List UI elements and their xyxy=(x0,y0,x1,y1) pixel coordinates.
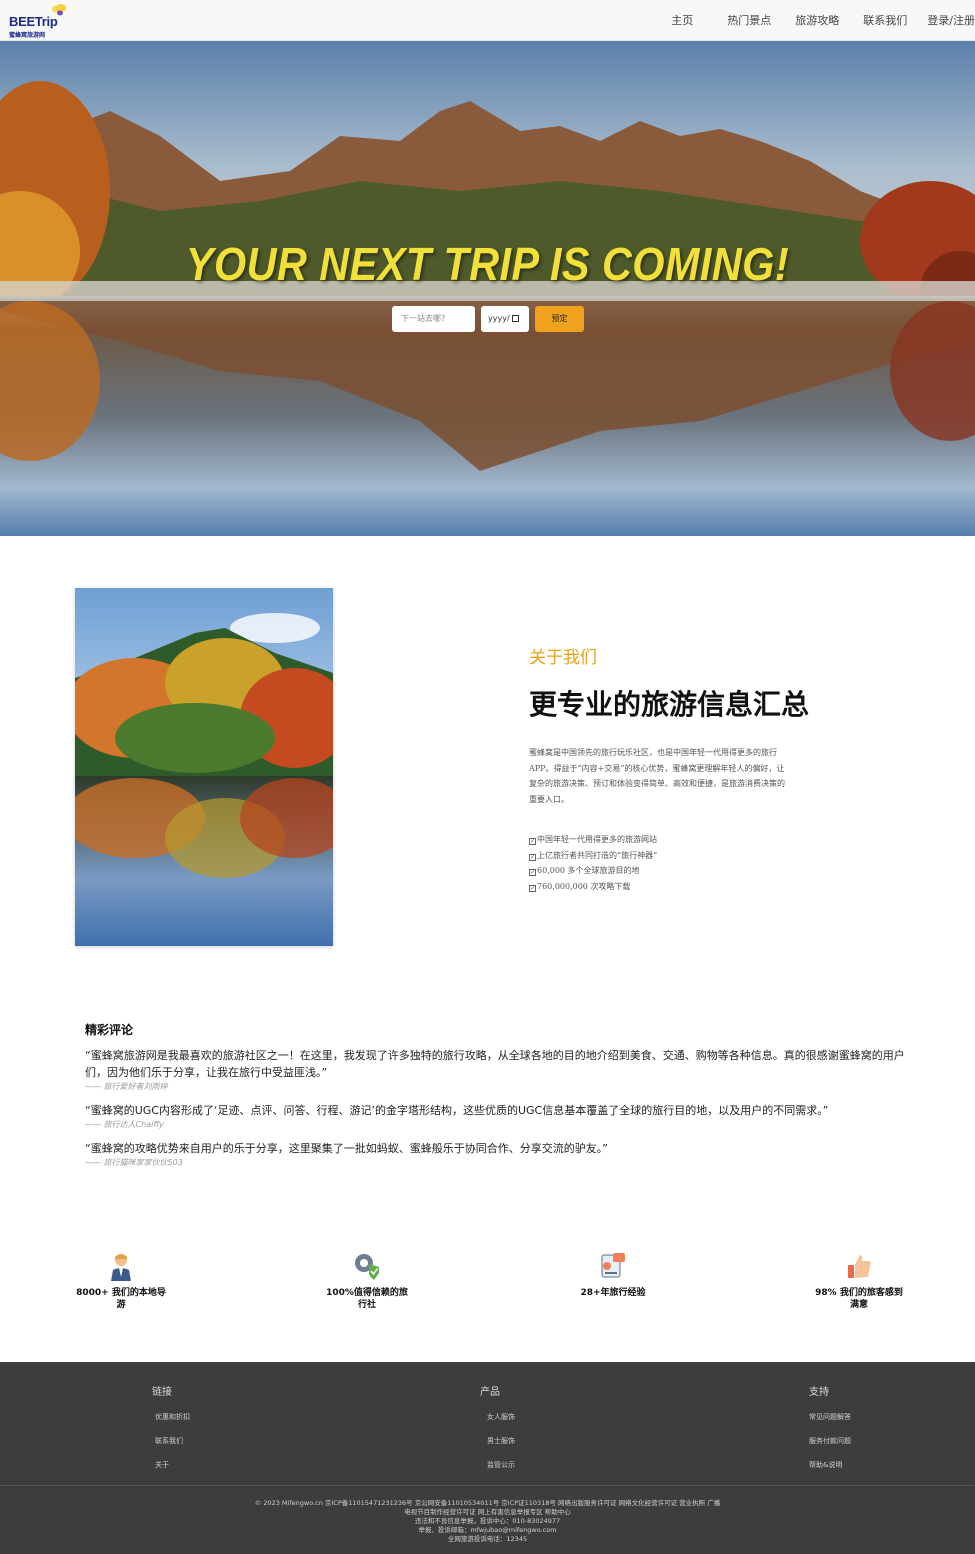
nav-menu: 主页 热门景点 旅游攻略 联系我们 登录/注册 xyxy=(671,0,975,41)
review-author: —— 旅行爱好者刘雨婷 xyxy=(85,1082,168,1091)
date-placeholder: yyyy/ xyxy=(488,314,510,323)
footer-link-discounts[interactable]: 优惠和折扣 xyxy=(155,1412,190,1422)
footer-link-payment[interactable]: 服务付款问题 xyxy=(809,1436,851,1446)
nav-home[interactable]: 主页 xyxy=(671,0,693,41)
footer-divider xyxy=(0,1485,975,1486)
footer-link-contact[interactable]: 联系我们 xyxy=(155,1436,183,1446)
review-item: “蜜蜂窝旅游网是我最喜欢的旅游社区之一！在这里，我发现了许多独特的旅行攻略，从全… xyxy=(85,1047,905,1093)
checkbox-icon: ✓ xyxy=(529,838,536,845)
travel-date-input[interactable]: yyyy/ xyxy=(481,306,529,332)
beetrip-logo[interactable]: BEETrip 蜜蜂窝旅游网 xyxy=(9,3,69,39)
review-item: “蜜蜂窝的UGC内容形成了‘足迹、点评、问答、行程、游记’的金字塔形结构，这些优… xyxy=(85,1102,905,1131)
nav-contact[interactable]: 联系我们 xyxy=(863,0,907,41)
thumbs-up-icon xyxy=(848,1255,871,1278)
stat-satisfaction: 98% 我们的旅客感到满意 xyxy=(814,1251,904,1311)
nav-login-register[interactable]: 登录/注册 xyxy=(927,0,975,41)
legal-line: © 2023 Mifengwo.cn 京ICP备11015471231236号 … xyxy=(254,1499,721,1507)
nav-hot-spots[interactable]: 热门景点 xyxy=(727,0,771,41)
stat-trusted-agencies: 100%值得信赖的旅行社 xyxy=(322,1251,412,1311)
about-description: 蜜蜂窝是中国领先的旅行玩乐社区，也是中国年轻一代用得更多的旅行APP。得益于“内… xyxy=(529,748,785,804)
checkbox-icon: ✓ xyxy=(529,869,536,876)
footer-legal: © 2023 Mifengwo.cn 京ICP备11015471231236号 … xyxy=(0,1499,975,1544)
feature-item: ✓ 760,000,000 次攻略下载 xyxy=(529,881,631,892)
site-footer: 链接 优惠和折扣 联系我们 关于 产品 女人服饰 男士服饰 监管公示 支持 常见… xyxy=(0,1362,975,1554)
legal-line: 电视节目制作经营许可证 网上有害信息举报专区 帮助中心 xyxy=(404,1508,571,1516)
nav-travel-guides[interactable]: 旅游攻略 xyxy=(795,0,839,41)
logo-subtitle: 蜜蜂窝旅游网 xyxy=(9,32,46,39)
footer-col-title-links: 链接 xyxy=(152,1387,172,1398)
about-heading: 更专业的旅游信息汇总 xyxy=(529,688,810,721)
legal-line: 违法和不良信息举报，投诉中心：010-83024977 xyxy=(414,1517,561,1525)
stat-label: 28+年旅行经验 xyxy=(580,1288,646,1298)
hero-banner: YOUR NEXT TRIP IS COMING! 下一站去哪? yyyy/ 预… xyxy=(0,41,975,536)
reviews-heading: 精彩评论 xyxy=(85,1023,134,1037)
checkbox-icon: ✓ xyxy=(529,853,536,861)
about-feature-list: ✓ 中国年轻一代用得更多的旅游网站 ✓ 上亿旅行者共同打造的“旅行神器” ✓ 60,0… xyxy=(529,832,657,894)
logo-wordmark: BEETrip xyxy=(9,14,58,29)
review-quote: “蜜蜂窝的UGC内容形成了‘足迹、点评、问答、行程、游记’的金字塔形结构，这些优… xyxy=(85,1104,829,1117)
footer-link-women[interactable]: 女人服饰 xyxy=(487,1412,515,1422)
checkbox-icon: ✓ xyxy=(529,884,536,892)
review-quote: “蜜蜂窝旅游网是我最喜欢的旅游社区之一！在这里，我发现了许多独特的旅行攻略，从全… xyxy=(85,1049,905,1079)
footer-link-men[interactable]: 男士服饰 xyxy=(487,1436,515,1446)
review-author: —— 旅行猫咪家家伙伙503 xyxy=(85,1158,183,1167)
stat-label: 100%值得信赖的旅行社 xyxy=(326,1288,408,1310)
feature-item: ✓ 60,000 多个全球旅游目的地 xyxy=(529,866,640,876)
footer-link-about[interactable]: 关于 xyxy=(155,1460,169,1470)
destination-search-input[interactable]: 下一站去哪? xyxy=(392,306,475,332)
footer-col-title-products: 产品 xyxy=(480,1387,500,1398)
calendar-icon[interactable] xyxy=(511,315,519,322)
about-forest-image xyxy=(75,588,333,946)
review-quote: “蜜蜂窝的攻略优势来自用户的乐于分享，这里聚集了一批如蚂蚁、蜜蜂般乐于协同合作、… xyxy=(85,1142,608,1155)
guide-icon xyxy=(111,1254,131,1281)
review-item: “蜜蜂窝的攻略优势来自用户的乐于分享，这里聚集了一批如蚂蚁、蜜蜂般乐于协同合作、… xyxy=(85,1140,905,1169)
shield-gear-icon xyxy=(355,1254,379,1280)
legal-line: 举报、投诉邮箱：mfwjubao@mifengwo.com xyxy=(418,1526,557,1534)
stat-label: 8000+ 我们的本地导游 xyxy=(76,1288,166,1310)
review-author: —— 旅行达人Chaiffy xyxy=(85,1120,164,1129)
feature-item: ✓ 中国年轻一代用得更多的旅游网站 xyxy=(529,835,657,845)
stat-label: 98% 我们的旅客感到满意 xyxy=(815,1288,903,1310)
footer-link-help[interactable]: 帮助&说明 xyxy=(809,1460,842,1470)
footer-col-title-support: 支持 xyxy=(809,1387,829,1398)
legal-line: 全网旅游投诉电话：12345 xyxy=(447,1535,528,1543)
stat-experience: 28+年旅行经验 xyxy=(568,1251,658,1299)
hero-title: YOUR NEXT TRIP IS COMING! xyxy=(185,238,790,290)
feature-item: ✓ 上亿旅行者共同打造的“旅行神器” xyxy=(529,850,658,861)
stat-local-guides: 8000+ 我们的本地导游 xyxy=(76,1251,166,1311)
book-button[interactable]: 预定 xyxy=(535,306,584,332)
footer-link-faq[interactable]: 常见问题解答 xyxy=(809,1412,851,1422)
about-kicker: 关于我们 xyxy=(529,648,597,668)
experience-icon xyxy=(601,1253,625,1278)
footer-link-regulatory[interactable]: 监管公示 xyxy=(487,1460,515,1470)
top-navbar: BEETrip 蜜蜂窝旅游网 主页 热门景点 旅游攻略 联系我们 登录/注册 xyxy=(0,0,975,41)
